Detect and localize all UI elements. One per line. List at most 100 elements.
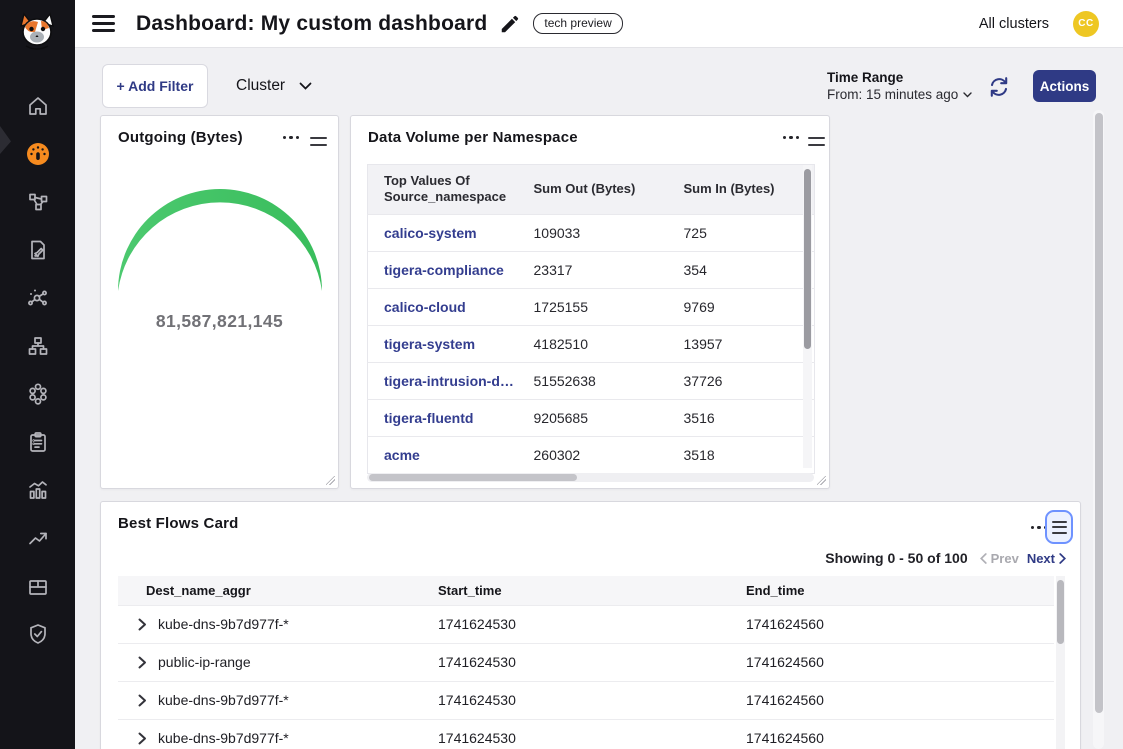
sum-out-value: 1725155 [518, 288, 668, 325]
connections-icon [26, 286, 50, 310]
sidebar-item-service-graph[interactable] [0, 182, 75, 222]
sidebar-item-flow-logs[interactable] [0, 230, 75, 270]
dashboard-page: Dashboard: My custom dashboard tech prev… [0, 0, 1123, 749]
gauge-value: 81,587,821,145 [101, 311, 338, 332]
pagination-status: Showing 0 - 50 of 100 [825, 550, 967, 566]
card-title: Best Flows Card [118, 515, 239, 532]
sum-in-value: 3516 [668, 399, 815, 436]
calico-logo [16, 8, 58, 52]
dest-name: kube-dns-9b7d977f-* [158, 730, 289, 746]
best-flows-card: Best Flows Card Showing 0 - 50 of 100 Pr… [100, 501, 1081, 749]
sidebar-item-trends[interactable] [0, 518, 75, 558]
sum-out-value: 51552638 [518, 362, 668, 399]
card-resize-handle[interactable] [326, 476, 335, 485]
data-volume-card: Data Volume per Namespace Top Values Of … [350, 115, 830, 489]
namespace-link[interactable]: tigera-intrusion-d… [384, 373, 514, 389]
next-page-button[interactable]: Next [1027, 551, 1066, 566]
column-header: Start_time [438, 576, 746, 605]
top-bar: Dashboard: My custom dashboard tech prev… [75, 0, 1123, 48]
card-title: Data Volume per Namespace [368, 129, 578, 146]
sidebar-item-policies[interactable] [0, 422, 75, 462]
sidebar-item-network-topology[interactable] [0, 326, 75, 366]
chevron-down-icon [963, 92, 972, 98]
cluster-dropdown[interactable]: Cluster [236, 64, 312, 108]
namespace-link[interactable]: calico-cloud [384, 299, 466, 315]
namespace-link[interactable]: tigera-compliance [384, 262, 504, 278]
table-row: kube-dns-9b7d977f-* 1741624530 174162456… [118, 605, 1054, 643]
clipboard-icon [26, 430, 50, 454]
card-drag-handle-icon[interactable] [306, 133, 331, 150]
expand-row-chevron-icon[interactable] [138, 694, 147, 707]
dashboard-gauge-icon [25, 141, 51, 167]
package-box-icon [26, 574, 50, 598]
column-header: Dest_name_aggr [118, 576, 438, 605]
hamburger-menu-icon[interactable] [92, 15, 115, 32]
start-time: 1741624530 [438, 643, 746, 681]
network-topology-icon [26, 334, 50, 358]
card-resize-handle[interactable] [817, 476, 826, 485]
sidebar-item-packages[interactable] [0, 566, 75, 606]
card-menu-icon[interactable] [779, 132, 803, 143]
sum-out-value: 260302 [518, 436, 668, 473]
card-menu-icon[interactable] [279, 132, 303, 143]
sum-in-value: 354 [668, 251, 815, 288]
namespace-link[interactable]: acme [384, 447, 420, 463]
sum-out-value: 4182510 [518, 325, 668, 362]
start-time: 1741624530 [438, 605, 746, 643]
table-row: tigera-intrusion-d… 51552638 37726 [368, 362, 815, 399]
cluster-nodes-icon [26, 382, 50, 406]
best-flows-table: Dest_name_aggr Start_time End_time kube-… [118, 576, 1054, 749]
dest-name: public-ip-range [158, 654, 251, 670]
all-clusters-selector[interactable]: All clusters [979, 16, 1049, 32]
sidebar-item-dashboard[interactable] [0, 134, 75, 174]
chevron-down-icon [299, 82, 312, 90]
card-drag-handle-focused[interactable] [1045, 510, 1073, 544]
namespace-link[interactable]: calico-system [384, 225, 477, 241]
table-vertical-scrollbar[interactable] [1056, 576, 1065, 749]
user-avatar[interactable]: CC [1073, 11, 1099, 37]
column-header: Sum In (Bytes) [668, 165, 815, 215]
table-vertical-scrollbar[interactable] [803, 165, 812, 468]
gauge-chart [110, 186, 331, 308]
refresh-icon [986, 74, 1012, 100]
prev-page-button[interactable]: Prev [980, 551, 1019, 566]
table-row: public-ip-range 1741624530 1741624560 [118, 643, 1054, 681]
namespace-link[interactable]: tigera-system [384, 336, 475, 352]
sidebar-item-connections[interactable] [0, 278, 75, 318]
sidebar-item-statistics[interactable] [0, 470, 75, 510]
edit-pencil-icon[interactable] [499, 13, 521, 35]
sum-out-value: 109033 [518, 214, 668, 251]
sidebar-item-clusters[interactable] [0, 374, 75, 414]
sidebar-item-security[interactable] [0, 614, 75, 654]
expand-row-chevron-icon[interactable] [138, 618, 147, 631]
time-range-control[interactable]: Time Range From: 15 minutes ago [827, 70, 972, 102]
chevron-right-icon [1059, 553, 1066, 564]
table-row: tigera-fluentd 9205685 3516 [368, 399, 815, 436]
sidebar-item-home[interactable] [0, 86, 75, 126]
add-filter-button[interactable]: + Add Filter [102, 64, 208, 108]
trend-arrow-icon [26, 526, 50, 550]
table-row: kube-dns-9b7d977f-* 1741624530 174162456… [118, 681, 1054, 719]
sidebar [0, 0, 75, 749]
card-title: Outgoing (Bytes) [118, 129, 243, 146]
table-row: tigera-system 4182510 13957 [368, 325, 815, 362]
expand-row-chevron-icon[interactable] [138, 656, 147, 669]
dest-name: kube-dns-9b7d977f-* [158, 692, 289, 708]
column-header: End_time [746, 576, 1054, 605]
start-time: 1741624530 [438, 719, 746, 749]
expand-row-chevron-icon[interactable] [138, 732, 147, 745]
end-time: 1741624560 [746, 643, 1054, 681]
time-range-title: Time Range [827, 70, 972, 85]
column-header: Sum Out (Bytes) [518, 165, 668, 215]
actions-button[interactable]: Actions [1033, 70, 1096, 102]
namespace-link[interactable]: tigera-fluentd [384, 410, 473, 426]
refresh-button[interactable] [986, 74, 1012, 100]
table-horizontal-scrollbar[interactable] [367, 473, 814, 482]
start-time: 1741624530 [438, 681, 746, 719]
card-drag-handle-icon[interactable] [804, 133, 829, 150]
home-icon [26, 94, 50, 118]
sum-in-value: 9769 [668, 288, 815, 325]
page-vertical-scrollbar[interactable] [1093, 110, 1104, 749]
bar-chart-icon [26, 478, 50, 502]
table-row: calico-cloud 1725155 9769 [368, 288, 815, 325]
